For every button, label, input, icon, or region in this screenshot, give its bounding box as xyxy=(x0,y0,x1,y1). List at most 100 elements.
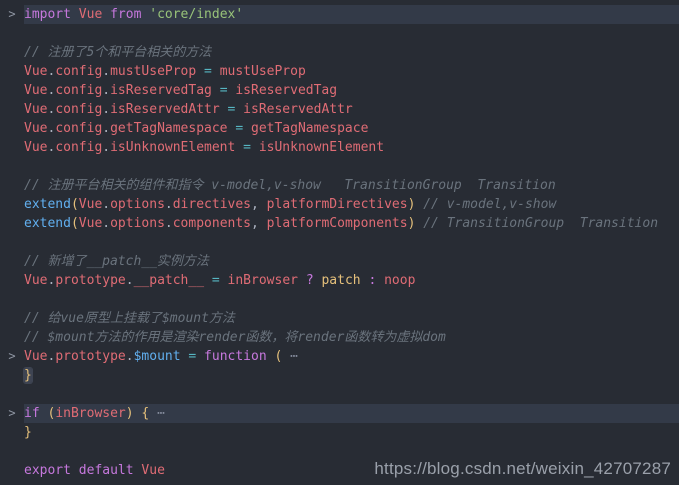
code-line-content xyxy=(24,290,679,309)
code-token: directives xyxy=(172,197,252,212)
folded-code-ellipsis[interactable]: ⋯ xyxy=(282,349,298,364)
code-token: config xyxy=(55,83,103,98)
code-token: config xyxy=(55,121,103,136)
code-token: . xyxy=(102,140,111,155)
watermark-url: https://blog.csdn.net/weixin_42707287 xyxy=(374,459,671,478)
code-token: inBrowser xyxy=(55,406,126,421)
gutter-cell xyxy=(0,43,24,62)
code-token: isUnknownElement xyxy=(110,140,236,155)
code-token: config xyxy=(55,102,103,117)
gutter-cell xyxy=(0,385,24,404)
code-token: // 给vue原型上挂载了$mount方法 xyxy=(24,311,235,326)
folded-code-ellipsis[interactable]: ⋯ xyxy=(149,406,165,421)
gutter-cell xyxy=(0,62,24,81)
code-token: . xyxy=(102,197,111,212)
code-line-content: } xyxy=(24,366,679,385)
gutter-cell xyxy=(0,423,24,442)
gutter-cell xyxy=(0,328,24,347)
code-token: if xyxy=(24,406,40,421)
gutter-cell xyxy=(0,119,24,138)
code-line: Vue.config.isReservedTag = isReservedTag xyxy=(0,81,679,100)
code-token: $mount xyxy=(133,349,181,364)
code-token: components xyxy=(172,216,252,231)
code-token: . xyxy=(164,216,173,231)
code-line-content: Vue.config.isUnknownElement = isUnknownE… xyxy=(24,138,679,157)
code-token: . xyxy=(164,197,173,212)
fold-chevron-icon[interactable]: > xyxy=(0,347,24,366)
code-line: > import Vue from 'core/index' xyxy=(0,5,679,24)
code-token: , xyxy=(251,216,259,231)
code-line xyxy=(0,385,679,404)
gutter-cell xyxy=(0,366,24,385)
code-token: ( xyxy=(70,216,79,231)
code-token: ( xyxy=(70,197,79,212)
code-line-content: Vue.config.mustUseProp = mustUseProp xyxy=(24,62,679,81)
gutter-cell xyxy=(0,442,24,461)
code-token: Vue xyxy=(24,102,48,117)
code-token: isUnknownElement xyxy=(258,140,385,155)
code-editor: > import Vue from 'core/index' // 注册了5个和平台… xyxy=(0,0,679,480)
code-token: config xyxy=(55,140,103,155)
code-line xyxy=(0,233,679,252)
code-token: Vue xyxy=(24,83,48,98)
code-line: // 新增了__patch__实例方法 xyxy=(0,252,679,271)
gutter-cell xyxy=(0,138,24,157)
code-token: // TransitionGroup Transition xyxy=(415,216,659,231)
code-token: options xyxy=(110,216,165,231)
gutter-cell xyxy=(0,309,24,328)
code-token: // v-model,v-show xyxy=(415,197,557,212)
code-token: platformDirectives xyxy=(266,197,408,212)
code-token: = xyxy=(211,273,220,288)
code-token: Vue xyxy=(24,64,48,79)
code-line xyxy=(0,290,679,309)
fold-chevron-icon[interactable]: > xyxy=(0,404,24,423)
code-line-content: // $mount方法的作用是渲染render函数，将render函数转为虚拟d… xyxy=(24,328,679,347)
gutter-cell xyxy=(0,233,24,252)
code-token: options xyxy=(110,197,165,212)
code-token: mustUseProp xyxy=(110,64,197,79)
code-token: . xyxy=(102,83,111,98)
gutter-cell xyxy=(0,214,24,233)
code-line: > if (inBrowser) { ⋯ xyxy=(0,404,679,423)
code-token: 'core/index' xyxy=(149,7,244,22)
code-token: getTagNamespace xyxy=(110,121,228,136)
gutter-cell xyxy=(0,252,24,271)
code-token: extend xyxy=(24,216,71,231)
code-line-content: // 注册平台相关的组件和指令 v-model,v-show Transitio… xyxy=(24,176,679,195)
code-line: Vue.config.getTagNamespace = getTagNames… xyxy=(0,119,679,138)
code-line-content xyxy=(24,157,679,176)
gutter-cell xyxy=(0,24,24,43)
code-token: isReservedAttr xyxy=(243,102,353,117)
code-token: isReservedAttr xyxy=(110,102,220,117)
code-token: Vue xyxy=(78,216,103,231)
code-line: Vue.config.isUnknownElement = isUnknownE… xyxy=(0,138,679,157)
code-line-content: // 注册了5个和平台相关的方法 xyxy=(24,43,679,62)
code-line-content: Vue.prototype.__patch__ = inBrowser ? pa… xyxy=(24,271,679,290)
gutter-cell xyxy=(0,81,24,100)
code-token: // 注册平台相关的组件和指令 v-model,v-show Transitio… xyxy=(24,178,556,193)
code-token: import xyxy=(24,7,71,22)
code-token: export xyxy=(24,463,71,478)
code-token: platformComponents xyxy=(266,216,408,231)
code-line-content: Vue.config.getTagNamespace = getTagNames… xyxy=(24,119,679,138)
code-line: Vue.config.isReservedAttr = isReservedAt… xyxy=(0,100,679,119)
code-token: prototype xyxy=(55,349,126,364)
code-token: patch xyxy=(321,273,361,288)
code-line-content: extend(Vue.options.components, platformC… xyxy=(24,214,679,233)
code-token: = xyxy=(243,140,251,155)
gutter-cell xyxy=(0,100,24,119)
fold-chevron-icon[interactable]: > xyxy=(0,5,24,24)
gutter-cell xyxy=(0,290,24,309)
code-token: config xyxy=(55,64,103,79)
gutter-cell xyxy=(0,157,24,176)
